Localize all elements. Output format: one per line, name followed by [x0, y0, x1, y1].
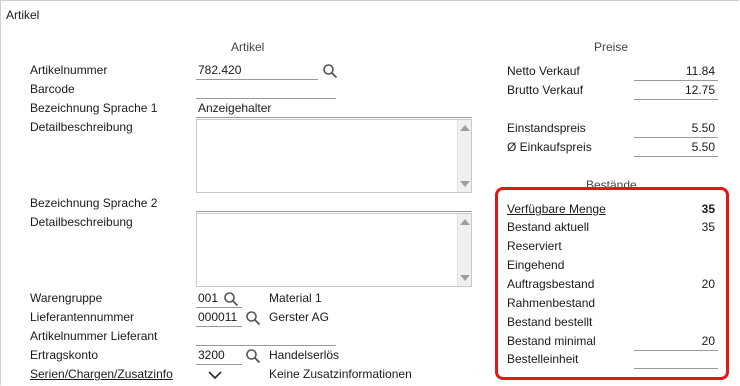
verfuegbar-value: 35 — [701, 202, 715, 216]
einkauf-label: Ø Einkaufspreis — [507, 140, 592, 154]
bezeichnung1-label: Bezeichnung Sprache 1 — [30, 101, 158, 115]
detail2-label: Detailbeschreibung — [30, 215, 133, 229]
search-icon[interactable] — [322, 63, 338, 79]
barcode-underline — [196, 97, 336, 99]
einheit-label: Bestelleinheit — [507, 352, 579, 366]
bezeichnung1-field[interactable]: Anzeigehalter — [198, 101, 468, 115]
netto-field[interactable]: 11.84 — [634, 64, 715, 78]
reserviert-label: Reserviert — [507, 239, 562, 253]
lieferantennummer-field[interactable]: 000011 — [198, 310, 238, 324]
detail1-textarea[interactable] — [196, 119, 472, 193]
scroll-down-icon[interactable] — [460, 181, 470, 187]
detail1-scrollbar[interactable] — [457, 120, 471, 192]
search-icon[interactable] — [245, 348, 261, 364]
bezeichnung2-underline — [196, 210, 472, 212]
netto-underline — [634, 79, 718, 81]
section-title-artikel: Artikel — [231, 40, 265, 54]
rahmen-label: Rahmenbestand — [507, 296, 596, 310]
search-icon[interactable] — [245, 310, 261, 326]
section-title-preise: Preise — [594, 40, 629, 54]
artikelnummer-lieferant-field[interactable] — [198, 329, 318, 343]
eingehend-label: Eingehend — [507, 258, 565, 272]
barcode-label: Barcode — [30, 82, 75, 96]
auftrag-label: Auftragsbestand — [507, 277, 595, 291]
aktuell-label: Bestand aktuell — [507, 220, 590, 234]
netto-label: Netto Verkauf — [507, 64, 580, 78]
warengruppe-name: Material 1 — [269, 291, 322, 305]
einstand-field[interactable]: 5.50 — [634, 121, 715, 135]
bezeichnung2-label: Bezeichnung Sprache 2 — [30, 196, 158, 210]
minimal-field[interactable]: 20 — [634, 334, 715, 348]
lieferantennummer-name: Gerster AG — [269, 310, 330, 324]
einkauf-field[interactable]: 5.50 — [634, 140, 715, 154]
search-icon[interactable] — [223, 291, 239, 307]
auftrag-value: 20 — [701, 277, 715, 291]
brutto-underline — [634, 98, 718, 100]
artikelnummer-label: Artikelnummer — [30, 63, 108, 77]
scroll-up-icon[interactable] — [460, 219, 470, 225]
bestellt-label: Bestand bestellt — [507, 315, 593, 329]
window-title: Artikel — [6, 8, 40, 22]
ertragskonto-name: Handelserlös — [269, 348, 340, 362]
detail1-label: Detailbeschreibung — [30, 120, 133, 134]
chevron-down-icon[interactable] — [207, 369, 223, 381]
einheit-underline — [634, 367, 718, 369]
brutto-label: Brutto Verkauf — [507, 83, 584, 97]
lieferantennummer-label: Lieferantennummer — [30, 310, 135, 324]
verfuegbar-label[interactable]: Verfügbare Menge — [507, 202, 606, 216]
artikelnummer-field[interactable]: 782.420 — [198, 63, 318, 77]
warengruppe-label: Warengruppe — [30, 291, 103, 305]
ertragskonto-label: Ertragskonto — [30, 348, 99, 362]
artikelnummer-underline — [196, 78, 318, 80]
einkauf-underline — [634, 155, 718, 157]
serien-value: Keine Zusatzinformationen — [269, 367, 412, 381]
ertragskonto-field[interactable]: 3200 — [198, 348, 238, 362]
minimal-underline — [634, 349, 718, 351]
ertragskonto-underline — [196, 363, 242, 365]
einstand-label: Einstandspreis — [507, 121, 586, 135]
artikelnummer-lieferant-underline — [196, 344, 336, 346]
scroll-up-icon[interactable] — [460, 125, 470, 131]
artikelnummer-lieferant-label: Artikelnummer Lieferant — [30, 329, 158, 343]
brutto-field[interactable]: 12.75 — [634, 83, 715, 97]
scroll-down-icon[interactable] — [460, 275, 470, 281]
aktuell-value: 35 — [701, 220, 715, 234]
minimal-label: Bestand minimal — [507, 334, 596, 348]
serien-link[interactable]: Serien/Chargen/Zusatzinfo — [30, 367, 173, 381]
bezeichnung2-field[interactable] — [198, 196, 468, 210]
barcode-field[interactable] — [198, 82, 318, 96]
einstand-underline — [634, 136, 718, 138]
bezeichnung1-underline — [196, 116, 472, 118]
lieferantennummer-underline — [196, 325, 242, 327]
detail2-textarea[interactable] — [196, 213, 472, 287]
detail2-scrollbar[interactable] — [457, 214, 471, 286]
einheit-field[interactable] — [634, 352, 715, 366]
